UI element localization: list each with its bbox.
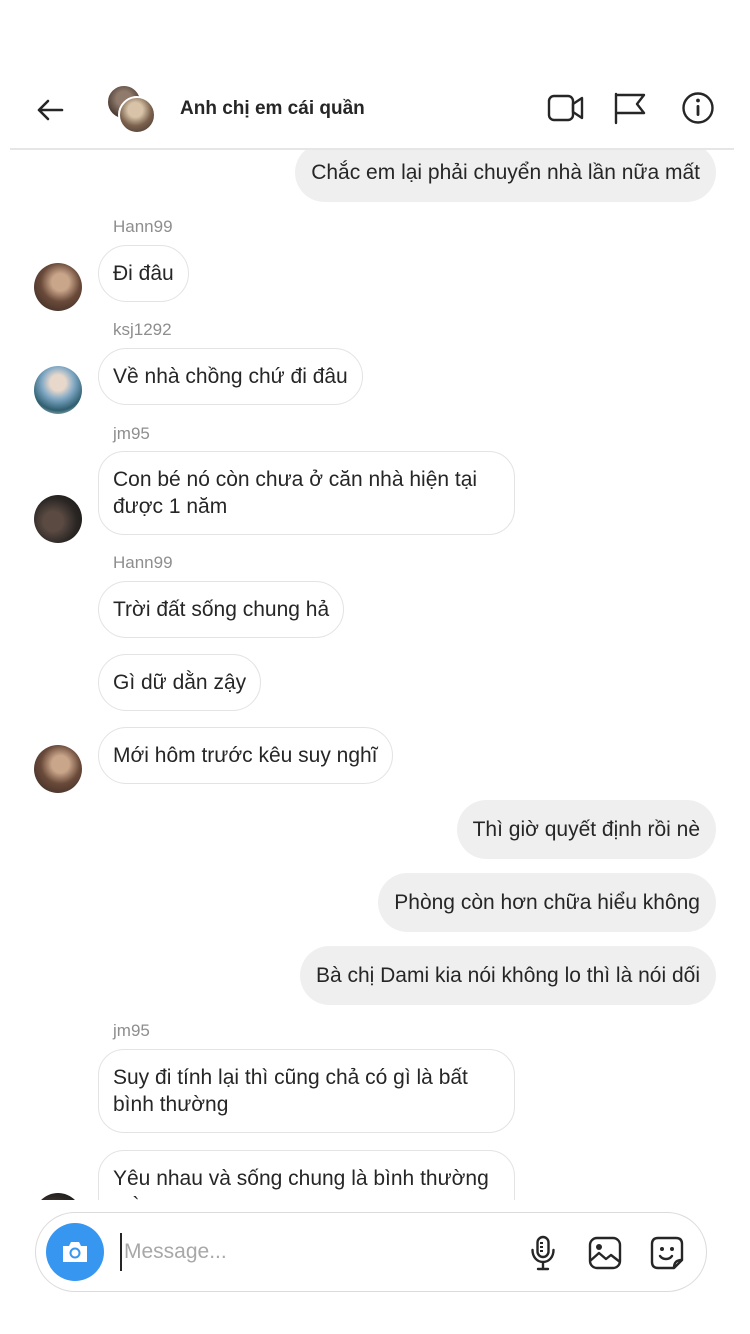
info-icon[interactable] (678, 88, 718, 128)
message-text: Bà chị Dami kia nói không lo thì là nói … (315, 964, 700, 987)
message-text: Mới hôm trước kêu suy nghĩ (113, 744, 378, 767)
header-divider (10, 148, 734, 150)
message-text: Phòng còn hơn chữa hiểu không (394, 891, 700, 914)
message-incoming[interactable]: Về nhà chồng chứ đi đâu (98, 348, 363, 405)
message-incoming[interactable]: Suy đi tính lại thì cũng chả có gì là bấ… (98, 1049, 515, 1133)
message-text: Về nhà chồng chứ đi đâu (113, 365, 348, 388)
message-incoming[interactable]: Con bé nó còn chưa ở căn nhà hiện tại đư… (98, 451, 515, 535)
message-thread[interactable]: Chắc em lại phải chuyển nhà lần nữa mất … (0, 0, 750, 1200)
message-incoming[interactable]: Yêu nhau và sống chung là bình thường mà (98, 1150, 515, 1200)
flag-icon[interactable] (610, 88, 650, 128)
message-text: Con bé nó còn chưa ở căn nhà hiện tại đư… (113, 468, 478, 518)
message-text: Thì giờ quyết định rồi nè (472, 818, 700, 841)
message-text: Yêu nhau và sống chung là bình thường mà (113, 1167, 489, 1200)
message-text: Gì dữ dằn zậy (113, 671, 247, 694)
message-incoming[interactable]: Trời đất sống chung hả (98, 581, 345, 638)
sender-name: Hann99 (113, 217, 173, 236)
message-outgoing[interactable]: Bà chị Dami kia nói không lo thì là nói … (299, 946, 716, 1005)
avatar[interactable] (34, 745, 82, 793)
message-text: Đi đâu (113, 262, 174, 285)
message-incoming[interactable]: Mới hôm trước kêu suy nghĩ (98, 727, 393, 784)
camera-icon[interactable] (46, 1223, 104, 1281)
sticker-icon[interactable] (647, 1233, 687, 1273)
message-text: Trời đất sống chung hả (113, 598, 330, 621)
message-text: Suy đi tính lại thì cũng chả có gì là bấ… (113, 1066, 468, 1116)
image-icon[interactable] (585, 1233, 625, 1273)
back-arrow-icon[interactable] (30, 90, 70, 130)
microphone-icon[interactable] (523, 1233, 563, 1273)
avatar (118, 96, 156, 134)
video-call-icon[interactable] (546, 88, 586, 128)
message-outgoing[interactable]: Chắc em lại phải chuyển nhà lần nữa mất (295, 143, 716, 202)
message-text: Chắc em lại phải chuyển nhà lần nữa mất (311, 161, 700, 184)
avatar[interactable] (34, 495, 82, 543)
avatar[interactable] (34, 366, 82, 414)
sender-name: ksj1292 (113, 320, 172, 339)
sender-name: jm95 (113, 1021, 150, 1040)
avatar[interactable] (34, 1193, 82, 1200)
avatar[interactable] (34, 263, 82, 311)
message-outgoing[interactable]: Phòng còn hơn chữa hiểu không (378, 873, 716, 932)
chat-header: Anh chị em cái quần (0, 70, 750, 148)
sender-name: Hann99 (113, 553, 173, 572)
sender-name: jm95 (113, 424, 150, 443)
message-outgoing[interactable]: Thì giờ quyết định rồi nè (456, 800, 716, 859)
message-composer (35, 1212, 707, 1292)
message-input[interactable] (120, 1233, 500, 1271)
conversation-title[interactable]: Anh chị em cái quần (180, 98, 365, 120)
group-avatar[interactable] (106, 84, 158, 134)
message-incoming[interactable]: Gì dữ dằn zậy (98, 654, 262, 711)
message-incoming[interactable]: Đi đâu (98, 245, 189, 302)
